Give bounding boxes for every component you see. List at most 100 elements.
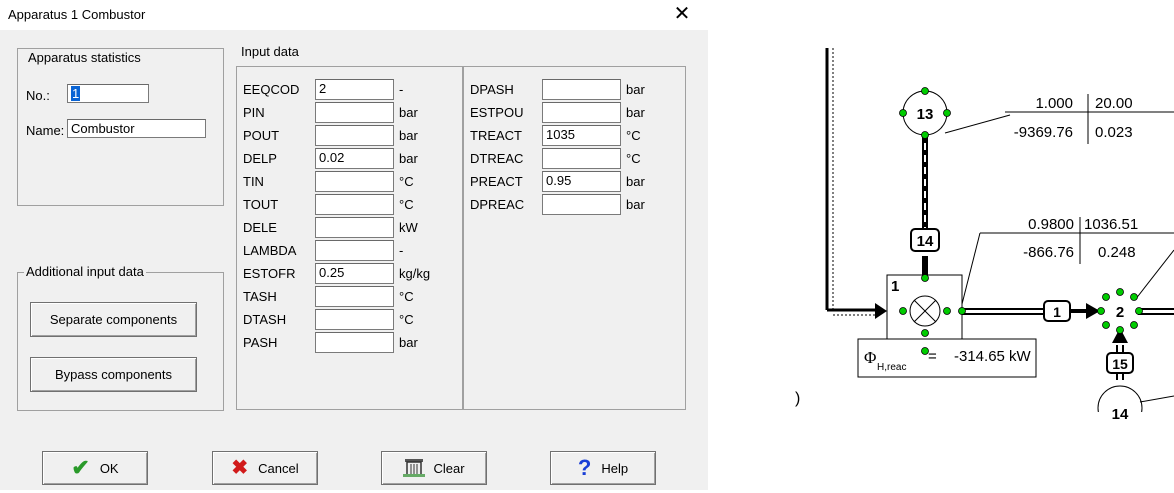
- window-title: Apparatus 1 Combustor: [8, 7, 146, 22]
- help-label: Help: [601, 460, 629, 476]
- right-param-label: PREACT: [470, 174, 523, 189]
- left-param-unit: -: [399, 243, 404, 258]
- right-param-label: TREACT: [470, 128, 522, 143]
- box14-bl: -866.76: [1023, 244, 1074, 261]
- left-param-label: TASH: [243, 289, 277, 304]
- left-param-label: PASH: [243, 335, 278, 350]
- close-icon[interactable]: ✕: [670, 2, 694, 26]
- left-param-field[interactable]: [315, 240, 394, 261]
- cancel-button[interactable]: ✖ Cancel: [212, 451, 318, 485]
- left-param-label: POUT: [243, 128, 280, 143]
- right-param-field[interactable]: [542, 194, 621, 215]
- node-14b-leader: [1139, 395, 1174, 403]
- right-param-label: DTREAC: [470, 151, 524, 166]
- left-param-label: TIN: [243, 174, 264, 189]
- dot: [921, 329, 929, 337]
- dot: [958, 307, 966, 315]
- left-param-field[interactable]: 0.02: [315, 148, 394, 169]
- right-param-unit: °C: [626, 128, 641, 143]
- no-label: No.:: [26, 88, 50, 103]
- node-2-leader: [1134, 249, 1174, 301]
- phi-equals: =: [928, 348, 937, 365]
- left-param-unit: bar: [399, 128, 418, 143]
- right-param-unit: bar: [626, 174, 645, 189]
- dot: [899, 109, 907, 117]
- left-param-field[interactable]: [315, 286, 394, 307]
- left-param-unit: -: [399, 82, 404, 97]
- no-field[interactable]: 1: [67, 84, 149, 103]
- input-data-title: Input data: [241, 44, 299, 59]
- dot: [1130, 293, 1138, 301]
- stream-14-label: 14: [917, 233, 934, 250]
- dot: [1102, 321, 1110, 329]
- bypass-components-button[interactable]: Bypass components: [30, 357, 197, 392]
- right-param-label: DPREAC: [470, 197, 525, 212]
- left-param-field[interactable]: 2: [315, 79, 394, 100]
- separate-components-button[interactable]: Separate components: [30, 302, 197, 337]
- trash-icon: [403, 457, 426, 480]
- dot: [1097, 307, 1105, 315]
- left-param-label: TOUT: [243, 197, 279, 212]
- left-param-unit: kg/kg: [399, 266, 431, 281]
- stray-bracket: ): [795, 390, 800, 407]
- box13-tr: 20.00: [1095, 95, 1133, 112]
- box14-tr: 1036.51: [1084, 216, 1138, 233]
- node-14b-label: 14: [1112, 406, 1129, 423]
- left-param-unit: bar: [399, 105, 418, 120]
- left-param-unit: °C: [399, 174, 414, 189]
- left-param-unit: °C: [399, 312, 414, 327]
- left-param-label: DTASH: [243, 312, 287, 327]
- node-13-label: 13: [917, 106, 934, 123]
- clear-label: Clear: [433, 460, 465, 476]
- right-param-label: DPASH: [470, 82, 514, 97]
- dot: [1116, 288, 1124, 296]
- right-param-field[interactable]: 0.95: [542, 171, 621, 192]
- apparatus-statistics-legend: Apparatus statistics: [26, 50, 143, 65]
- left-param-field[interactable]: [315, 102, 394, 123]
- left-param-field[interactable]: [315, 125, 394, 146]
- apparatus-dialog: Apparatus 1 Combustor ✕ Apparatus statis…: [0, 0, 708, 490]
- dot: [1116, 326, 1124, 334]
- check-icon: ✔: [71, 455, 90, 480]
- name-label: Name:: [26, 123, 65, 138]
- right-param-unit: bar: [626, 105, 645, 120]
- leader-14: [959, 232, 981, 313]
- box13-tl: 1.000: [1035, 95, 1073, 112]
- left-param-field[interactable]: [315, 217, 394, 238]
- left-param-unit: kW: [399, 220, 418, 235]
- left-param-unit: °C: [399, 197, 414, 212]
- phi-symbol: Φ: [864, 348, 876, 367]
- flowsheet-svg: 13 14 1 1 2 15 14 1.000 20.00 -9369.76 0…: [795, 48, 1174, 442]
- left-param-field[interactable]: [315, 332, 394, 353]
- node-2-label: 2: [1116, 304, 1124, 321]
- dot: [943, 109, 951, 117]
- left-param-label: EEQCOD: [243, 82, 300, 97]
- phi-value: -314.65 kW: [954, 348, 1032, 365]
- ok-button[interactable]: ✔ OK: [42, 451, 148, 485]
- clear-button[interactable]: Clear: [381, 451, 487, 485]
- help-button[interactable]: ? Help: [550, 451, 656, 485]
- no-value: 1: [71, 86, 81, 101]
- left-param-label: DELP: [243, 151, 277, 166]
- right-param-label: ESTPOU: [470, 105, 524, 120]
- box14-br: 0.248: [1098, 244, 1136, 261]
- left-param-field[interactable]: [315, 309, 394, 330]
- dot: [943, 307, 951, 315]
- inlet-arrow: [875, 303, 887, 319]
- dot: [921, 274, 929, 282]
- left-param-unit: °C: [399, 289, 414, 304]
- name-field[interactable]: Combustor: [67, 119, 206, 138]
- right-param-field[interactable]: [542, 79, 621, 100]
- right-param-field[interactable]: [542, 148, 621, 169]
- left-param-label: DELE: [243, 220, 277, 235]
- left-param-field[interactable]: [315, 194, 394, 215]
- box13-br: 0.023: [1095, 124, 1133, 141]
- stream-15-label: 15: [1112, 356, 1128, 372]
- left-param-label: PIN: [243, 105, 265, 120]
- left-param-unit: bar: [399, 151, 418, 166]
- left-param-field[interactable]: 0.25: [315, 263, 394, 284]
- right-param-field[interactable]: [542, 102, 621, 123]
- right-param-field[interactable]: 1035: [542, 125, 621, 146]
- left-param-unit: bar: [399, 335, 418, 350]
- left-param-field[interactable]: [315, 171, 394, 192]
